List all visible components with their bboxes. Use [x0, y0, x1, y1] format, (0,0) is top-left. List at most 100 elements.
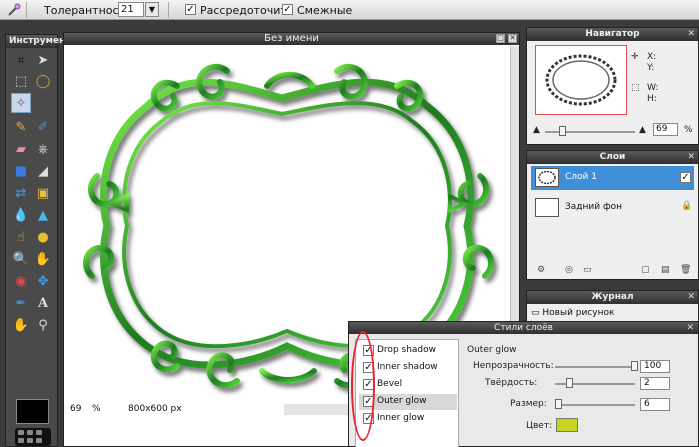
h-label: H: [647, 94, 657, 104]
layer-name: Задний фон [565, 202, 623, 212]
effect-drop-shadow[interactable]: ✓ Drop shadow [359, 343, 457, 359]
zoom-icon[interactable]: ⚲ [33, 315, 53, 335]
opacity-label: Непрозрачность: [473, 361, 554, 371]
paint-bucket-icon[interactable]: ◢ [33, 161, 53, 181]
sharpen-icon[interactable]: ▲ [33, 205, 53, 225]
dialog-title: Стили слоёв [494, 323, 553, 333]
zoom-in-icon[interactable]: ▲ [639, 125, 646, 135]
image-dimensions: 800x600 px [128, 404, 182, 414]
history-item[interactable]: ▭ Новый рисунок [531, 308, 614, 318]
smudge-icon[interactable]: ☝ [11, 227, 31, 247]
close-icon[interactable]: ✕ [508, 34, 517, 43]
effect-outer-glow[interactable]: ✓ Outer glow [359, 394, 457, 410]
layer-row-layer1[interactable]: Слой 1 ✓ [531, 166, 694, 190]
zoom-out-icon[interactable]: ▲ [533, 125, 540, 135]
replace-color-icon[interactable]: ⇄ [11, 183, 31, 203]
effect-checkbox[interactable]: ✓ [363, 396, 374, 407]
burn-icon[interactable]: 🔍 [11, 249, 31, 269]
layer-thumbnail [535, 198, 559, 217]
effects-list: ✓ Drop shadow ✓ Inner shadow ✓ Bevel ✓ Outer… [355, 339, 459, 447]
x-label: X: [647, 52, 657, 62]
brush-icon[interactable]: ✐ [33, 117, 53, 137]
contiguous-label: Смежные [297, 4, 353, 17]
effect-checkbox[interactable]: ✓ [363, 362, 374, 373]
opacity-input[interactable]: 100 [640, 360, 670, 373]
opacity-slider-thumb[interactable] [631, 361, 638, 371]
color-label: Цвет: [526, 421, 553, 431]
lasso-icon[interactable]: ◯ [33, 71, 53, 91]
gradient-icon[interactable]: ■ [11, 161, 31, 181]
close-icon[interactable]: ✕ [686, 322, 694, 334]
sponge-icon[interactable]: ● [33, 227, 53, 247]
maximize-icon[interactable]: □ [496, 34, 505, 43]
layer-mask-icon[interactable]: ▭ [583, 265, 592, 275]
foreground-color-swatch[interactable] [16, 399, 49, 424]
section-title: Outer glow [467, 345, 517, 355]
rectangle-icon[interactable]: ▣ [33, 183, 53, 203]
effect-checkbox[interactable]: ✓ [363, 413, 374, 424]
navigator-zoom-slider-thumb[interactable] [559, 126, 566, 136]
navigator-preview[interactable] [535, 45, 627, 115]
tolerance-input[interactable]: 21 [118, 2, 144, 17]
layer-settings-icon[interactable]: ⚙ [537, 265, 545, 275]
magic-wand-icon [8, 3, 21, 16]
y-label: Y: [647, 63, 655, 73]
dodge-icon[interactable]: ✋ [33, 249, 53, 269]
delete-layer-icon[interactable]: 🗑 [680, 265, 691, 275]
scatter-checkbox[interactable]: ✓ [185, 4, 196, 15]
folder-icon[interactable]: ▤ [661, 265, 670, 275]
clone-stamp-icon[interactable]: ⎈ [33, 139, 53, 159]
new-image-icon: ▭ [531, 308, 540, 318]
layer-visibility-checkbox[interactable]: ✓ [680, 172, 691, 183]
lock-icon: 🔒 [681, 201, 693, 211]
navigator-zoom-input[interactable]: 69 [653, 123, 678, 136]
effect-inner-glow[interactable]: ✓ Inner glow [359, 411, 457, 427]
close-icon[interactable]: ✕ [687, 28, 695, 41]
blur-icon[interactable]: 💧 [11, 205, 31, 225]
effect-label: Bevel [377, 379, 403, 389]
text-icon[interactable]: A [33, 293, 53, 313]
contiguous-checkbox[interactable]: ✓ [282, 4, 293, 15]
history-item-label: Новый рисунок [542, 308, 615, 318]
zoom-value[interactable]: 69 [70, 404, 81, 414]
transform-icon[interactable]: ✥ [33, 271, 53, 291]
layers-panel: Слои ✕ Слой 1 ✓ Задний фон 🔒 ⚙ ◎ ▭ ▢ ▤ 🗑 [526, 150, 699, 280]
document-title: Без имени [264, 33, 319, 44]
hardness-label: Твёрдость: [485, 378, 538, 388]
zoom-unit: % [92, 404, 101, 414]
selection-size-icon: ⬚ [631, 83, 640, 93]
layer-row-background[interactable]: Задний фон 🔒 [531, 196, 694, 220]
opacity-slider[interactable] [555, 366, 635, 368]
color-picker-icon[interactable]: ✒ [11, 293, 31, 313]
hardness-slider-thumb[interactable] [566, 378, 573, 388]
new-layer-icon[interactable]: ▢ [641, 265, 650, 275]
close-icon[interactable]: ✕ [687, 291, 695, 304]
size-label: Размер: [510, 399, 547, 409]
crop-icon[interactable]: ⌗ [11, 50, 31, 70]
eraser-icon[interactable]: ▰ [11, 139, 31, 159]
size-slider-thumb[interactable] [555, 399, 562, 409]
tolerance-dropdown-button[interactable]: ▼ [145, 2, 159, 17]
w-label: W: [647, 83, 659, 93]
effect-checkbox[interactable]: ✓ [363, 379, 374, 390]
options-bar: Толерантность: 21 ▼ ✓ Рассредоточить ✓ С… [0, 0, 699, 20]
effect-inner-shadow[interactable]: ✓ Inner shadow [359, 360, 457, 376]
move-icon[interactable]: ➤ [33, 50, 53, 70]
layer-thumbnail [535, 168, 559, 187]
close-icon[interactable]: ✕ [687, 151, 695, 164]
pencil-icon[interactable]: ✎ [11, 117, 31, 137]
hand-icon[interactable]: ✋ [11, 315, 31, 335]
magic-wand-icon[interactable]: ✧ [11, 93, 31, 113]
effect-checkbox[interactable]: ✓ [363, 345, 374, 356]
effect-bevel[interactable]: ✓ Bevel [359, 377, 457, 393]
separator [168, 2, 169, 18]
navigator-title-bar: Навигатор ✕ [527, 28, 698, 41]
layer-styles-icon[interactable]: ◎ [565, 265, 573, 275]
glow-color-swatch[interactable] [556, 418, 578, 432]
color-mode-buttons[interactable] [15, 428, 51, 446]
size-input[interactable]: 6 [640, 398, 670, 411]
marquee-icon[interactable]: ⬚ [11, 71, 31, 91]
hardness-input[interactable]: 2 [640, 377, 670, 390]
size-slider[interactable] [555, 404, 635, 406]
red-eye-icon[interactable]: ◉ [11, 271, 31, 291]
